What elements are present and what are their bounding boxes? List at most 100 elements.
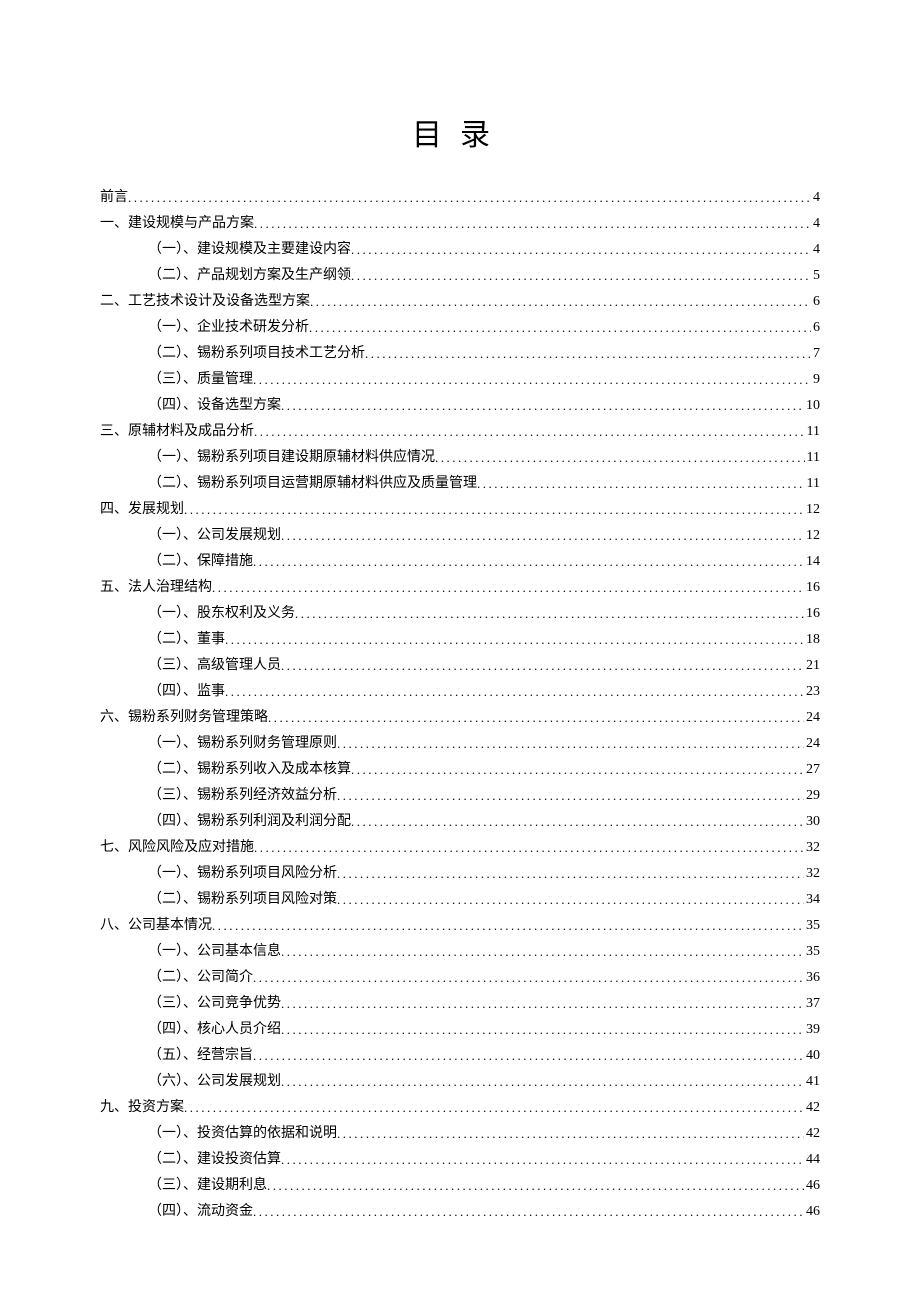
toc-entry: （四）、设备选型方案 10: [100, 398, 820, 413]
toc-entry-page: 4: [811, 191, 820, 205]
toc-entry: 前言4: [100, 190, 820, 205]
toc-leader-dots: [435, 451, 805, 464]
toc-entry-label: 九、投资方案: [100, 1101, 184, 1115]
toc-leader-dots: [337, 1127, 804, 1140]
toc-leader-dots: [337, 893, 804, 906]
toc-entry-label: 三、原辅材料及成品分析: [100, 425, 254, 439]
toc-entry-label: （一）、公司发展规划: [148, 529, 281, 543]
toc-entry-label: 一、建设规模与产品方案: [100, 217, 254, 231]
toc-leader-dots: [281, 399, 804, 412]
toc-leader-dots: [281, 1075, 804, 1088]
toc-entry-page: 30: [804, 815, 820, 829]
toc-leader-dots: [253, 373, 811, 386]
toc-entry-label: （一）、锡粉系列项目风险分析: [148, 867, 337, 881]
toc-entry-page: 27: [804, 763, 820, 777]
toc-entry-label: 七、风险风险及应对措施: [100, 841, 254, 855]
toc-entry-page: 7: [811, 347, 820, 361]
toc-entry-page: 42: [804, 1101, 820, 1115]
toc-entry: （二）、产品规划方案及生产纲领5: [100, 268, 820, 283]
toc-leader-dots: [281, 945, 804, 958]
toc-entry-page: 6: [811, 295, 820, 309]
toc-entry: （二）、锡粉系列收入及成本核算27: [100, 762, 820, 777]
toc-entry: （四）、锡粉系列利润及利润分配 30: [100, 814, 820, 829]
toc-entry-label: （四）、核心人员介绍: [148, 1023, 281, 1037]
toc-entry-page: 16: [804, 581, 820, 595]
toc-entry-page: 37: [804, 997, 820, 1011]
toc-entry-page: 35: [804, 919, 820, 933]
toc-entry: 三、原辅材料及成品分析 11: [100, 424, 820, 439]
toc-leader-dots: [281, 997, 804, 1010]
toc-leader-dots: [351, 763, 804, 776]
toc-entry-label: （一）、投资估算的依据和说明: [148, 1127, 337, 1141]
toc-entry: （二）、锡粉系列项目风险对策 34: [100, 892, 820, 907]
toc-leader-dots: [254, 217, 811, 230]
toc-entry-label: 六、锡粉系列财务管理策略: [100, 711, 268, 725]
toc-leader-dots: [184, 1101, 804, 1114]
toc-entry-label: （二）、保障措施: [148, 555, 253, 569]
toc-leader-dots: [267, 1179, 804, 1192]
toc-entry: （三）、建设期利息46: [100, 1178, 820, 1193]
toc-entry: 二、工艺技术设计及设备选型方案 6: [100, 294, 820, 309]
toc-leader-dots: [337, 867, 804, 880]
toc-leader-dots: [281, 659, 804, 672]
toc-entry-page: 41: [804, 1075, 820, 1089]
toc-entry-label: （一）、锡粉系列项目建设期原辅材料供应情况: [148, 451, 435, 465]
toc-leader-dots: [295, 607, 804, 620]
toc-entry-page: 35: [804, 945, 820, 959]
toc-leader-dots: [253, 555, 804, 568]
toc-entry-label: （一）、股东权利及义务: [148, 607, 295, 621]
toc-entry-label: （四）、锡粉系列利润及利润分配: [148, 815, 351, 829]
toc-entry-label: 二、工艺技术设计及设备选型方案: [100, 295, 310, 309]
toc-entry-page: 16: [804, 607, 820, 621]
toc-entry-page: 4: [811, 243, 820, 257]
toc-entry: （二）、锡粉系列项目技术工艺分析 7: [100, 346, 820, 361]
table-of-contents: 前言4一、建设规模与产品方案4（一）、建设规模及主要建设内容4（二）、产品规划方…: [100, 190, 820, 1219]
toc-leader-dots: [337, 789, 804, 802]
toc-leader-dots: [309, 321, 811, 334]
toc-leader-dots: [310, 295, 811, 308]
toc-leader-dots: [351, 243, 811, 256]
toc-entry: （一）、锡粉系列项目建设期原辅材料供应情况11: [100, 450, 820, 465]
toc-leader-dots: [225, 633, 804, 646]
toc-entry-page: 10: [804, 399, 820, 413]
toc-entry: 八、公司基本情况35: [100, 918, 820, 933]
toc-entry-label: （二）、锡粉系列项目技术工艺分析: [148, 347, 365, 361]
toc-entry-page: 23: [804, 685, 820, 699]
toc-entry-label: （五）、经营宗旨: [148, 1049, 253, 1063]
toc-entry-label: （三）、建设期利息: [148, 1179, 267, 1193]
toc-entry: （二）、董事18: [100, 632, 820, 647]
toc-entry-page: 12: [804, 529, 820, 543]
toc-entry-page: 39: [804, 1023, 820, 1037]
toc-entry-page: 44: [804, 1153, 820, 1167]
toc-entry-label: （二）、锡粉系列项目运营期原辅材料供应及质量管理: [148, 477, 477, 491]
toc-entry-page: 11: [805, 425, 820, 439]
toc-leader-dots: [254, 425, 805, 438]
toc-leader-dots: [184, 503, 804, 516]
toc-entry-label: （六）、公司发展规划: [148, 1075, 281, 1089]
toc-entry-page: 24: [804, 737, 820, 751]
toc-entry: （四）、监事23: [100, 684, 820, 699]
toc-leader-dots: [281, 529, 804, 542]
toc-entry-label: （四）、设备选型方案: [148, 399, 281, 413]
toc-leader-dots: [254, 841, 804, 854]
toc-entry-page: 5: [811, 269, 820, 283]
toc-entry: （一）、公司发展规划 12: [100, 528, 820, 543]
toc-entry: 七、风险风险及应对措施32: [100, 840, 820, 855]
toc-entry-label: （二）、建设投资估算: [148, 1153, 281, 1167]
toc-leader-dots: [212, 581, 804, 594]
toc-entry-label: （二）、锡粉系列项目风险对策: [148, 893, 337, 907]
toc-entry: （一）、企业技术研发分析6: [100, 320, 820, 335]
toc-entry: （三）、质量管理9: [100, 372, 820, 387]
toc-entry: （四）、核心人员介绍 39: [100, 1022, 820, 1037]
toc-entry-label: （四）、流动资金: [148, 1205, 253, 1219]
toc-leader-dots: [365, 347, 811, 360]
toc-entry-label: （二）、董事: [148, 633, 225, 647]
toc-entry-label: （一）、公司基本信息: [148, 945, 281, 959]
toc-entry: （六）、公司发展规划 41: [100, 1074, 820, 1089]
toc-entry-page: 34: [804, 893, 820, 907]
toc-entry: （一）、股东权利及义务 16: [100, 606, 820, 621]
toc-entry-page: 6: [811, 321, 820, 335]
toc-entry: 四、发展规划12: [100, 502, 820, 517]
toc-entry-page: 9: [811, 373, 820, 387]
toc-entry: （五）、经营宗旨40: [100, 1048, 820, 1063]
